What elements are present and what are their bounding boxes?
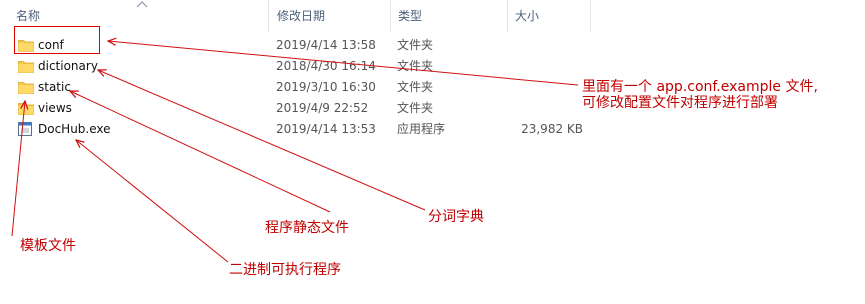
arrow-exe <box>76 140 229 263</box>
annotation-exe: 二进制可执行程序 <box>229 262 341 278</box>
annotation-dictionary: 分词字典 <box>428 209 484 225</box>
annotation-conf-line1: 里面有一个 app.conf.example 文件, <box>582 79 818 95</box>
arrow-views <box>11 101 25 237</box>
annotation-conf-line2: 可修改配置文件对程序进行部署 <box>582 95 778 111</box>
annotation-static: 程序静态文件 <box>265 220 349 236</box>
arrow-static <box>70 91 331 213</box>
annotation-views: 模板文件 <box>20 238 76 254</box>
arrow-conf <box>108 41 579 86</box>
arrow-dictionary <box>98 70 426 211</box>
annotation-arrows <box>11 0 579 263</box>
